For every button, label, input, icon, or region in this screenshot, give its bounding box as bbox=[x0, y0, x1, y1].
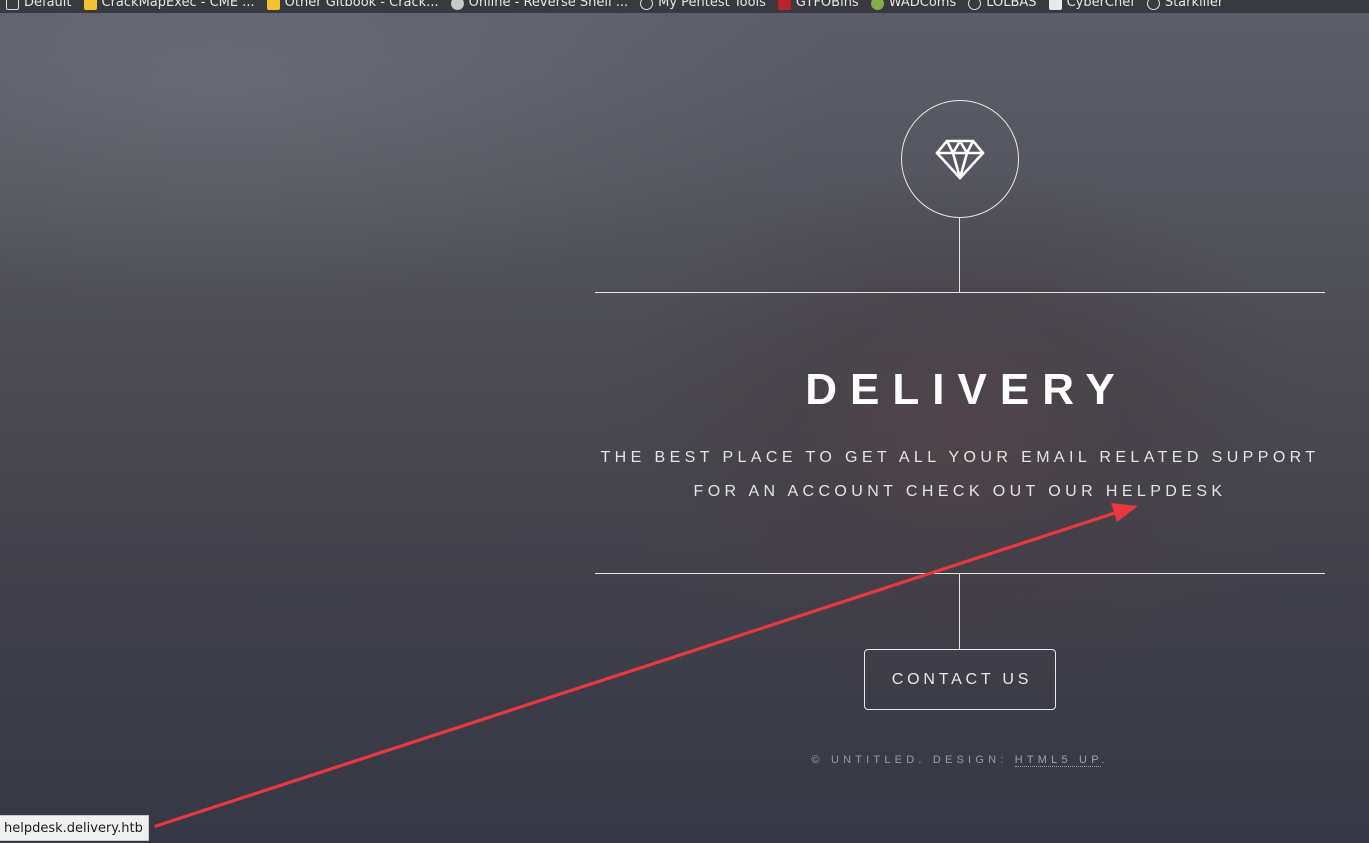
page-background: Default CrackMapExec - CME ... Other Git… bbox=[0, 0, 1369, 843]
status-bar-link-preview: helpdesk.delivery.htb bbox=[0, 815, 149, 841]
annotation-arrow bbox=[154, 503, 1138, 828]
arrowhead-icon bbox=[1111, 503, 1138, 522]
